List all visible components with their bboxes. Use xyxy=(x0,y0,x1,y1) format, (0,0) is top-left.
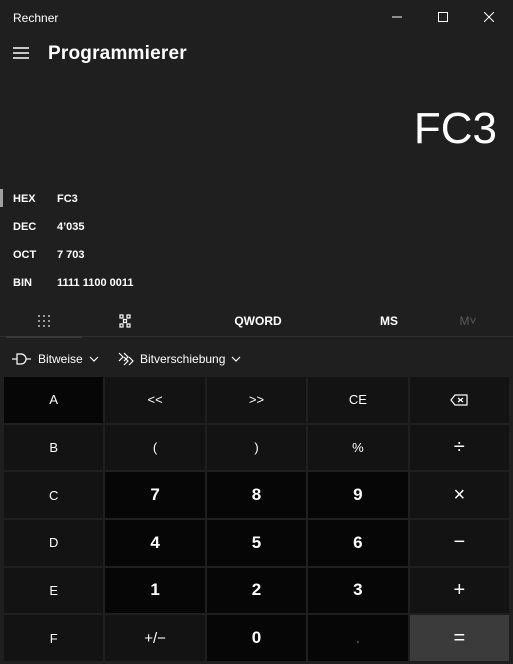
key-clear-entry[interactable]: CE xyxy=(308,377,408,423)
memory-view-button[interactable]: M˅ xyxy=(440,306,496,336)
logic-gate-icon xyxy=(12,353,31,365)
mode-title: Programmierer xyxy=(48,43,187,64)
app-title: Rechner xyxy=(13,11,59,25)
backspace-icon xyxy=(450,394,468,406)
key-5[interactable]: 5 xyxy=(206,520,307,566)
bitshift-dropdown[interactable]: Bitverschiebung xyxy=(118,344,241,374)
key-decimal[interactable]: . xyxy=(308,615,408,661)
radix-oct[interactable]: OCT 7 703 xyxy=(0,242,513,270)
operator-toolbar: Bitweise Bitverschiebung xyxy=(0,344,513,374)
title-bar: Rechner xyxy=(0,0,513,34)
minimize-icon xyxy=(392,16,402,18)
backspace-button[interactable] xyxy=(409,377,509,423)
key-f[interactable]: F xyxy=(4,615,104,661)
key-add[interactable]: + xyxy=(409,567,509,614)
key-modulo[interactable]: % xyxy=(308,424,408,471)
radix-value: 7 703 xyxy=(57,249,85,261)
key-e[interactable]: E xyxy=(4,567,104,614)
radix-value: 4’035 xyxy=(57,221,85,233)
radix-dec[interactable]: DEC 4’035 xyxy=(0,214,513,242)
key-3[interactable]: 3 xyxy=(308,567,408,614)
full-keypad-tab[interactable] xyxy=(6,306,82,336)
result-display: FC3 xyxy=(413,104,497,153)
key-6[interactable]: 6 xyxy=(308,520,408,566)
key-d[interactable]: D xyxy=(4,520,104,566)
key-multiply[interactable]: × xyxy=(409,472,509,518)
key-1[interactable]: 1 xyxy=(105,567,205,614)
keypad-mode-row: QWORD MS M˅ xyxy=(0,306,513,338)
key-7[interactable]: 7 xyxy=(105,472,205,518)
header: Programmierer xyxy=(0,34,513,74)
memory-store-button[interactable]: MS xyxy=(352,306,426,336)
key-4[interactable]: 4 xyxy=(105,520,205,566)
radix-label: BIN xyxy=(13,277,32,289)
key-0[interactable]: 0 xyxy=(206,615,307,661)
key-9[interactable]: 9 xyxy=(308,472,408,518)
navigation-menu-button[interactable] xyxy=(8,40,34,66)
radix-value: FC3 xyxy=(57,193,78,205)
bitwise-label: Bitweise xyxy=(38,352,83,366)
keypad-grid-icon xyxy=(38,315,50,327)
key-negate[interactable]: +/− xyxy=(105,615,205,661)
bit-shift-icon xyxy=(118,352,134,366)
key-divide[interactable]: ÷ xyxy=(409,424,509,471)
maximize-button[interactable] xyxy=(420,0,466,34)
key-equals[interactable]: = xyxy=(409,615,509,661)
key-c[interactable]: C xyxy=(4,472,104,518)
radix-bin[interactable]: BIN 1111 1100 0011 xyxy=(0,270,513,298)
key-b[interactable]: B xyxy=(4,424,104,471)
close-icon xyxy=(484,12,494,22)
close-button[interactable] xyxy=(466,0,512,34)
key-a[interactable]: A xyxy=(4,377,104,423)
chevron-down-icon xyxy=(231,356,241,362)
maximize-icon xyxy=(438,12,448,22)
chevron-down-icon xyxy=(89,356,99,362)
key-open-paren[interactable]: ( xyxy=(105,424,205,471)
tab-underline xyxy=(6,336,82,338)
word-size-button[interactable]: QWORD xyxy=(214,306,302,336)
key-2[interactable]: 2 xyxy=(206,567,307,614)
radix-label: DEC xyxy=(13,221,37,233)
hamburger-icon xyxy=(13,47,29,59)
bitshift-label: Bitverschiebung xyxy=(140,352,226,366)
radix-label: HEX xyxy=(13,193,36,205)
key-close-paren[interactable]: ) xyxy=(206,424,307,471)
key-subtract[interactable]: − xyxy=(409,520,509,566)
minimize-button[interactable] xyxy=(374,0,420,34)
radix-label: OCT xyxy=(13,249,37,261)
bitwise-dropdown[interactable]: Bitweise xyxy=(12,344,99,374)
bit-toggling-keypad-tab[interactable] xyxy=(90,306,160,336)
keypad: A << >> CE B ( ) % ÷ C 7 8 9 × D 4 5 6 −… xyxy=(4,377,509,661)
radix-hex[interactable]: HEX FC3 xyxy=(0,186,513,214)
key-left-shift[interactable]: << xyxy=(105,377,205,423)
bit-toggle-icon xyxy=(119,314,131,328)
key-8[interactable]: 8 xyxy=(206,472,307,518)
key-right-shift[interactable]: >> xyxy=(206,377,307,423)
radix-value: 1111 1100 0011 xyxy=(57,277,134,289)
selected-marker xyxy=(0,189,3,207)
